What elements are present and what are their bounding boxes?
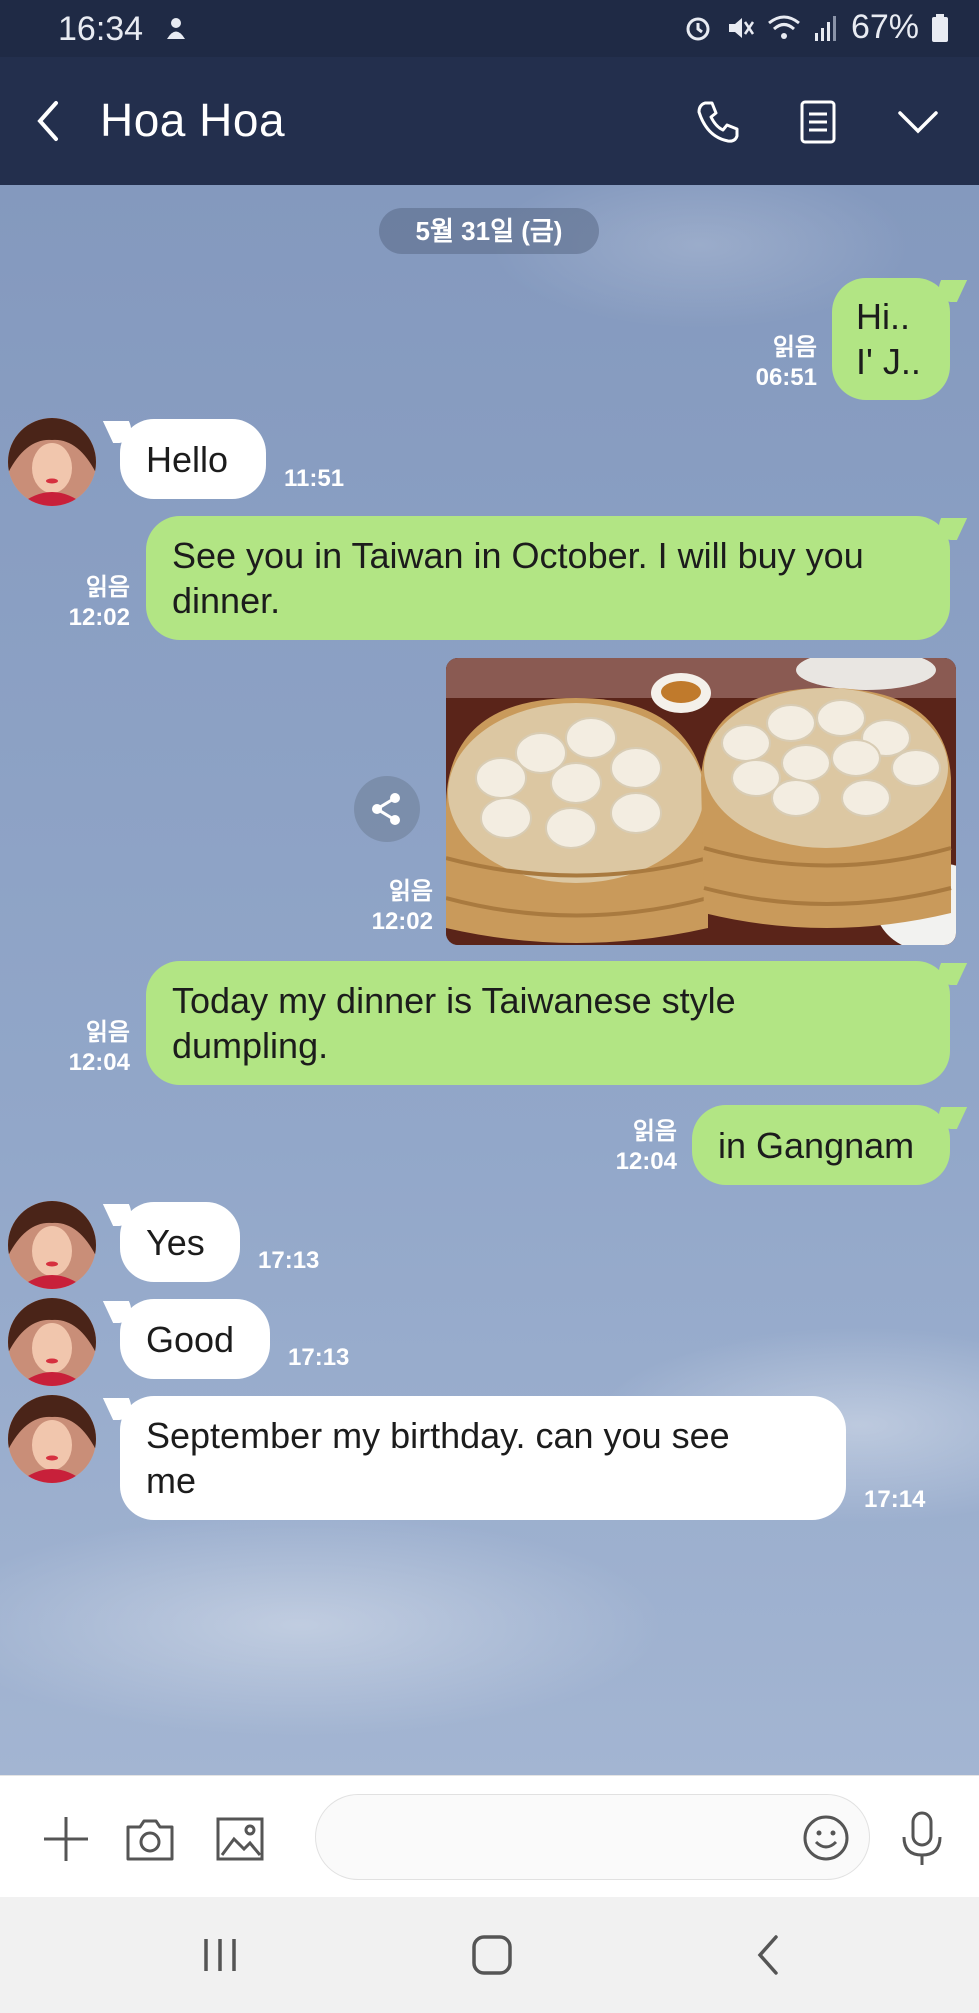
status-icons: 67% bbox=[683, 8, 949, 47]
back-chevron-icon[interactable] bbox=[30, 97, 66, 145]
image-icon[interactable] bbox=[214, 1813, 266, 1865]
read-receipt: 읽음 bbox=[85, 574, 130, 601]
avatar-image bbox=[8, 418, 96, 506]
mute-icon bbox=[728, 17, 754, 38]
chat-area[interactable]: 5월 31일 (금) 읽음 06:51 Hi.. I' J.. Hello 11… bbox=[0, 185, 979, 1775]
photo-message[interactable] bbox=[446, 658, 956, 945]
message-bubble-incoming[interactable]: September my birthday. can you see me bbox=[120, 1396, 846, 1520]
avatar[interactable] bbox=[8, 1298, 96, 1386]
message-bubble-outgoing[interactable]: in Gangnam bbox=[692, 1105, 950, 1185]
message-time: 12:04 bbox=[68, 1049, 130, 1076]
message-time: 12:02 bbox=[68, 604, 130, 631]
message-text-line: September my birthday. can you see bbox=[146, 1415, 730, 1456]
message-text-line: Hi.. bbox=[856, 296, 910, 337]
microphone-icon[interactable] bbox=[896, 1809, 948, 1867]
chat-title[interactable]: Hoa Hoa bbox=[100, 93, 285, 147]
home-icon[interactable] bbox=[470, 1935, 514, 1975]
back-icon[interactable] bbox=[748, 1935, 792, 1975]
avatar[interactable] bbox=[8, 1201, 96, 1289]
message-text: Hello bbox=[146, 438, 229, 480]
signal-icon bbox=[814, 15, 836, 41]
message-text-line: me bbox=[146, 1460, 197, 1501]
message-bubble-incoming[interactable]: Good bbox=[120, 1299, 270, 1379]
notification-app-icon bbox=[167, 18, 185, 39]
date-divider: 5월 31일 (금) bbox=[379, 208, 599, 254]
message-meta: 읽음 06:51 bbox=[756, 333, 817, 393]
battery-percent: 67% bbox=[850, 8, 919, 46]
status-time: 16:34 bbox=[58, 10, 144, 48]
message-bubble-outgoing[interactable]: Hi.. I' J.. bbox=[832, 278, 950, 400]
avatar[interactable] bbox=[8, 418, 96, 506]
message-bubble-outgoing[interactable]: Today my dinner is Taiwanese style dumpl… bbox=[146, 961, 950, 1085]
message-text-line: I' J.. bbox=[856, 341, 921, 382]
message-text-line: Today my dinner is Taiwanese style bbox=[172, 980, 736, 1021]
message-bubble-incoming[interactable]: Yes bbox=[120, 1202, 240, 1282]
avatar[interactable] bbox=[8, 1395, 96, 1483]
wifi-icon bbox=[768, 15, 800, 39]
message-meta: 읽음 12:04 bbox=[616, 1117, 677, 1177]
message-time: 17:13 bbox=[288, 1344, 350, 1371]
message-text: in Gangnam bbox=[718, 1124, 915, 1166]
message-meta: 읽음 12:02 bbox=[372, 877, 433, 937]
message-time: 17:14 bbox=[864, 1486, 926, 1513]
share-icon bbox=[372, 793, 400, 825]
message-text: Yes bbox=[146, 1221, 205, 1263]
message-time: 06:51 bbox=[755, 364, 817, 391]
message-text-line: dumpling. bbox=[172, 1025, 329, 1066]
dumpling-photo bbox=[446, 658, 956, 945]
status-bar: 16:34 67% bbox=[0, 0, 979, 57]
avatar-image bbox=[8, 1201, 96, 1289]
plus-icon[interactable] bbox=[40, 1813, 92, 1865]
alarm-icon bbox=[686, 17, 710, 40]
read-receipt: 읽음 bbox=[772, 334, 817, 361]
message-text-line: dinner. bbox=[172, 580, 281, 621]
message-input-bar bbox=[0, 1775, 979, 1898]
emoji-icon[interactable] bbox=[801, 1813, 851, 1863]
share-button[interactable] bbox=[354, 776, 420, 842]
avatar-image bbox=[8, 1298, 96, 1386]
message-meta: 읽음 12:02 bbox=[69, 573, 130, 633]
read-receipt: 읽음 bbox=[388, 878, 433, 905]
message-text: Good bbox=[146, 1318, 235, 1360]
message-time: 11:51 bbox=[284, 465, 345, 492]
message-meta: 읽음 12:04 bbox=[69, 1018, 130, 1078]
chat-header: Hoa Hoa bbox=[0, 57, 979, 185]
recent-apps-icon[interactable] bbox=[198, 1935, 242, 1975]
camera-icon[interactable] bbox=[124, 1813, 176, 1865]
avatar-image bbox=[8, 1395, 96, 1483]
message-bubble-outgoing[interactable]: See you in Taiwan in October. I will buy… bbox=[146, 516, 950, 640]
message-input[interactable] bbox=[315, 1794, 870, 1880]
message-time: 17:13 bbox=[258, 1247, 320, 1274]
phone-icon[interactable] bbox=[693, 97, 743, 147]
notes-icon[interactable] bbox=[793, 97, 843, 147]
message-time: 12:04 bbox=[615, 1148, 677, 1175]
system-navigation-bar bbox=[0, 1897, 979, 2013]
read-receipt: 읽음 bbox=[85, 1019, 130, 1046]
read-receipt: 읽음 bbox=[632, 1118, 677, 1145]
message-text-line: See you in Taiwan in October. I will buy… bbox=[172, 535, 864, 576]
message-time: 12:02 bbox=[371, 908, 433, 935]
message-text-field[interactable] bbox=[346, 1815, 770, 1861]
battery-icon bbox=[932, 13, 948, 42]
chevron-down-icon[interactable] bbox=[893, 97, 943, 147]
message-bubble-incoming[interactable]: Hello bbox=[120, 419, 266, 499]
